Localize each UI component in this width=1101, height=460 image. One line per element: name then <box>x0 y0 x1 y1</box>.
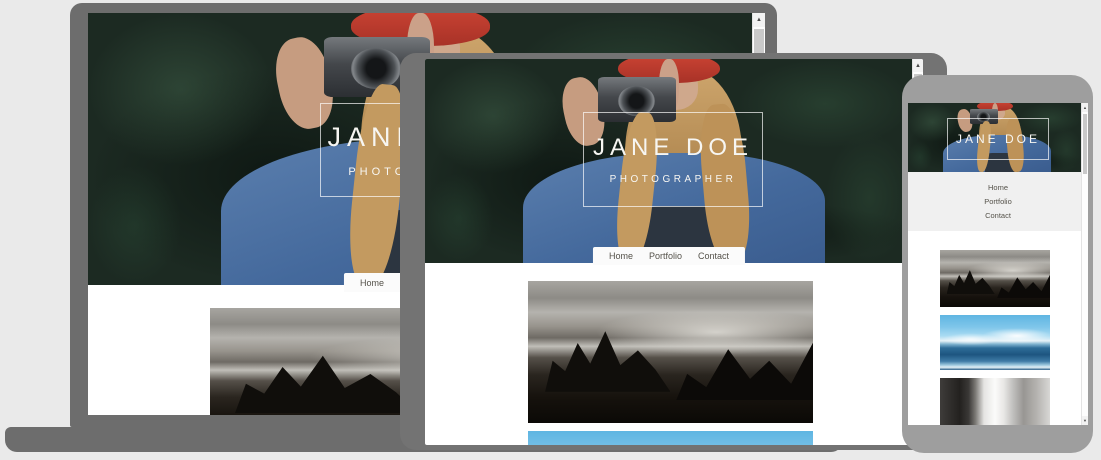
nav-item-contact[interactable]: Contact <box>985 211 1011 220</box>
site-title: JANE DOE <box>593 134 753 162</box>
waterfall-photo[interactable] <box>940 378 1050 425</box>
scroll-down-icon[interactable]: ▼ <box>1082 416 1088 425</box>
scroll-up-icon[interactable]: ▲ <box>1082 103 1088 112</box>
main-nav: Home Portfolio Contact <box>908 172 1088 231</box>
rocky-seascape-photo[interactable] <box>528 281 813 423</box>
rocky-seascape-photo[interactable] <box>940 250 1050 307</box>
site-title-box: JANE DOE PHOTOGRAPHER <box>947 118 1049 160</box>
main-nav: Home Portfolio Contact <box>593 247 745 265</box>
nav-item-portfolio[interactable]: Portfolio <box>641 251 690 261</box>
ocean-horizon-photo[interactable] <box>940 315 1050 370</box>
site-subtitle: PHOTOGRAPHER <box>610 174 737 185</box>
site-title: JANE DOE <box>956 132 1040 146</box>
camera-lens-shape <box>351 48 402 89</box>
phone-screen: JANE DOE PHOTOGRAPHER Home Portfolio Con… <box>908 103 1088 425</box>
tablet-screen: JANE DOE PHOTOGRAPHER Home Portfolio Con… <box>425 59 923 445</box>
nav-item-home[interactable]: Home <box>988 183 1008 192</box>
phone-device-frame: JANE DOE PHOTOGRAPHER Home Portfolio Con… <box>902 75 1093 453</box>
nav-item-home[interactable]: Home <box>601 251 641 261</box>
scrollbar-thumb[interactable] <box>1083 114 1087 174</box>
site-title-box: JANE DOE PHOTOGRAPHER <box>583 112 763 207</box>
phone-scrollbar[interactable]: ▲ ▼ <box>1081 103 1088 425</box>
hero-banner: JANE DOE PHOTOGRAPHER <box>908 103 1082 172</box>
nav-item-portfolio[interactable]: Portfolio <box>984 197 1012 206</box>
responsive-preview-stage: JANE DOE PHOTOGRAPHER Home Portfolio Con… <box>0 0 1101 460</box>
nav-item-home[interactable]: Home <box>352 278 392 288</box>
ocean-horizon-photo[interactable] <box>528 431 813 445</box>
nav-item-contact[interactable]: Contact <box>690 251 737 261</box>
scroll-up-icon[interactable]: ▲ <box>913 59 923 72</box>
hero-banner: JANE DOE PHOTOGRAPHER <box>425 59 913 263</box>
scroll-up-icon[interactable]: ▲ <box>753 13 765 27</box>
tablet-device-frame: JANE DOE PHOTOGRAPHER Home Portfolio Con… <box>400 53 947 450</box>
